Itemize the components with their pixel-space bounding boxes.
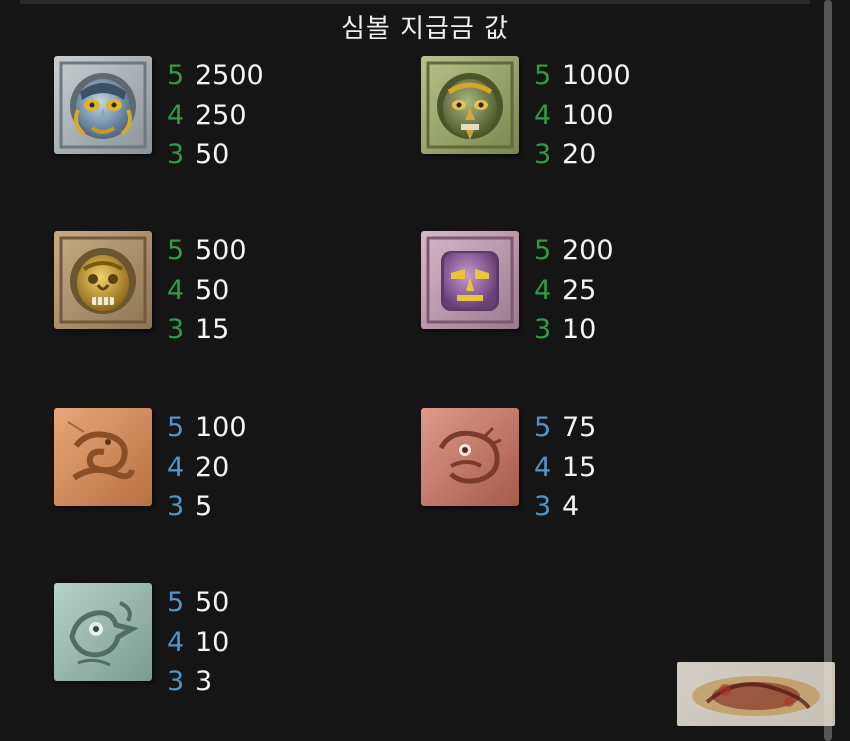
payout-value: 5 <box>195 491 213 522</box>
payout-list: 5 75 4 15 34 <box>534 410 596 529</box>
scrollbar[interactable] <box>824 0 832 741</box>
payout-row: 5 50 <box>167 585 229 625</box>
payout-value: 15 <box>562 451 597 483</box>
payout-row: 3 20 <box>534 137 631 177</box>
symbol-card-4: 5 200 4 25 3 10 <box>421 231 801 345</box>
payout-value: 2500 <box>195 60 264 91</box>
match-count: 3 <box>167 491 185 522</box>
payout-value: 4 <box>562 491 580 522</box>
payout-list: 5 2500 4 250 3 50 <box>167 58 264 177</box>
symbol-card-2: 5 1000 4 100 3 20 <box>421 56 801 170</box>
payout-row: 35 <box>167 489 247 529</box>
payout-value: 100 <box>562 99 614 131</box>
payout-value: 50 <box>195 139 230 170</box>
payout-list: 5 500 4 50 3 15 <box>167 233 247 352</box>
payout-row: 4 15 <box>534 450 596 490</box>
payout-value: 20 <box>562 139 597 170</box>
payout-value: 10 <box>562 314 597 345</box>
match-count: 4 <box>534 99 552 131</box>
payout-list: 5 1000 4 100 3 20 <box>534 58 631 177</box>
match-count: 5 <box>167 587 185 618</box>
payout-row: 4 10 <box>167 625 229 665</box>
payout-list: 5 100 4 20 35 <box>167 410 247 529</box>
match-count: 4 <box>167 451 185 483</box>
match-count: 4 <box>167 99 185 131</box>
match-count: 3 <box>167 666 185 697</box>
symbol-card-3: 5 500 4 50 3 15 <box>54 231 434 345</box>
match-count: 5 <box>167 235 185 266</box>
match-count: 5 <box>167 412 185 443</box>
payout-row: 4 50 <box>167 273 247 313</box>
match-count: 3 <box>167 314 185 345</box>
payout-row: 33 <box>167 664 229 704</box>
payout-list: 5 200 4 25 3 10 <box>534 233 614 352</box>
payout-value: 3 <box>195 666 213 697</box>
match-count: 4 <box>167 274 185 306</box>
payout-value: 50 <box>195 587 230 618</box>
payout-value: 500 <box>195 235 247 266</box>
payout-value: 10 <box>195 626 230 658</box>
payout-row: 5 100 <box>167 410 247 450</box>
payout-value: 1000 <box>562 60 631 91</box>
teal-bird-stone-icon <box>54 583 152 681</box>
match-count: 5 <box>534 235 552 266</box>
scrollbar-thumb[interactable] <box>824 0 832 741</box>
payout-row: 3 50 <box>167 137 264 177</box>
match-count: 5 <box>167 60 185 91</box>
payout-value: 50 <box>195 274 230 306</box>
green-gold-mask-icon <box>421 56 519 154</box>
payout-row: 5 2500 <box>167 58 264 98</box>
symbol-card-1: 5 2500 4 250 3 50 <box>54 56 434 170</box>
purple-mask-icon <box>421 231 519 329</box>
red-jaguar-stone-icon <box>421 408 519 506</box>
page-title: 심볼 지급금 값 <box>340 14 510 44</box>
match-count: 3 <box>167 139 185 170</box>
match-count: 3 <box>534 491 552 522</box>
payout-row: 5 1000 <box>534 58 631 98</box>
match-count: 4 <box>534 451 552 483</box>
match-count: 4 <box>167 626 185 658</box>
payout-row: 4 100 <box>534 98 631 138</box>
payout-row: 34 <box>534 489 596 529</box>
watermark-logo <box>677 662 835 726</box>
match-count: 3 <box>534 314 552 345</box>
gold-mask-icon <box>54 231 152 329</box>
top-divider <box>20 0 810 4</box>
payout-row: 4 250 <box>167 98 264 138</box>
payout-row: 3 15 <box>167 312 247 352</box>
symbol-card-5: 5 100 4 20 35 <box>54 408 434 522</box>
payout-value: 200 <box>562 235 614 266</box>
orange-serpent-stone-icon <box>54 408 152 506</box>
payout-row: 4 20 <box>167 450 247 490</box>
symbol-card-6: 5 75 4 15 34 <box>421 408 801 522</box>
payout-row: 4 25 <box>534 273 614 313</box>
match-count: 5 <box>534 60 552 91</box>
payout-value: 25 <box>562 274 597 306</box>
payout-row: 3 10 <box>534 312 614 352</box>
match-count: 4 <box>534 274 552 306</box>
blue-silver-mask-icon <box>54 56 152 154</box>
match-count: 5 <box>534 412 552 443</box>
payout-value: 250 <box>195 99 247 131</box>
payout-row: 5 500 <box>167 233 247 273</box>
payout-value: 20 <box>195 451 230 483</box>
match-count: 3 <box>534 139 552 170</box>
payout-value: 15 <box>195 314 230 345</box>
payout-row: 5 200 <box>534 233 614 273</box>
payout-value: 75 <box>562 412 597 443</box>
symbol-card-7: 5 50 4 10 33 <box>54 583 434 697</box>
payout-row: 5 75 <box>534 410 596 450</box>
payout-value: 100 <box>195 412 247 443</box>
payout-list: 5 50 4 10 33 <box>167 585 229 704</box>
